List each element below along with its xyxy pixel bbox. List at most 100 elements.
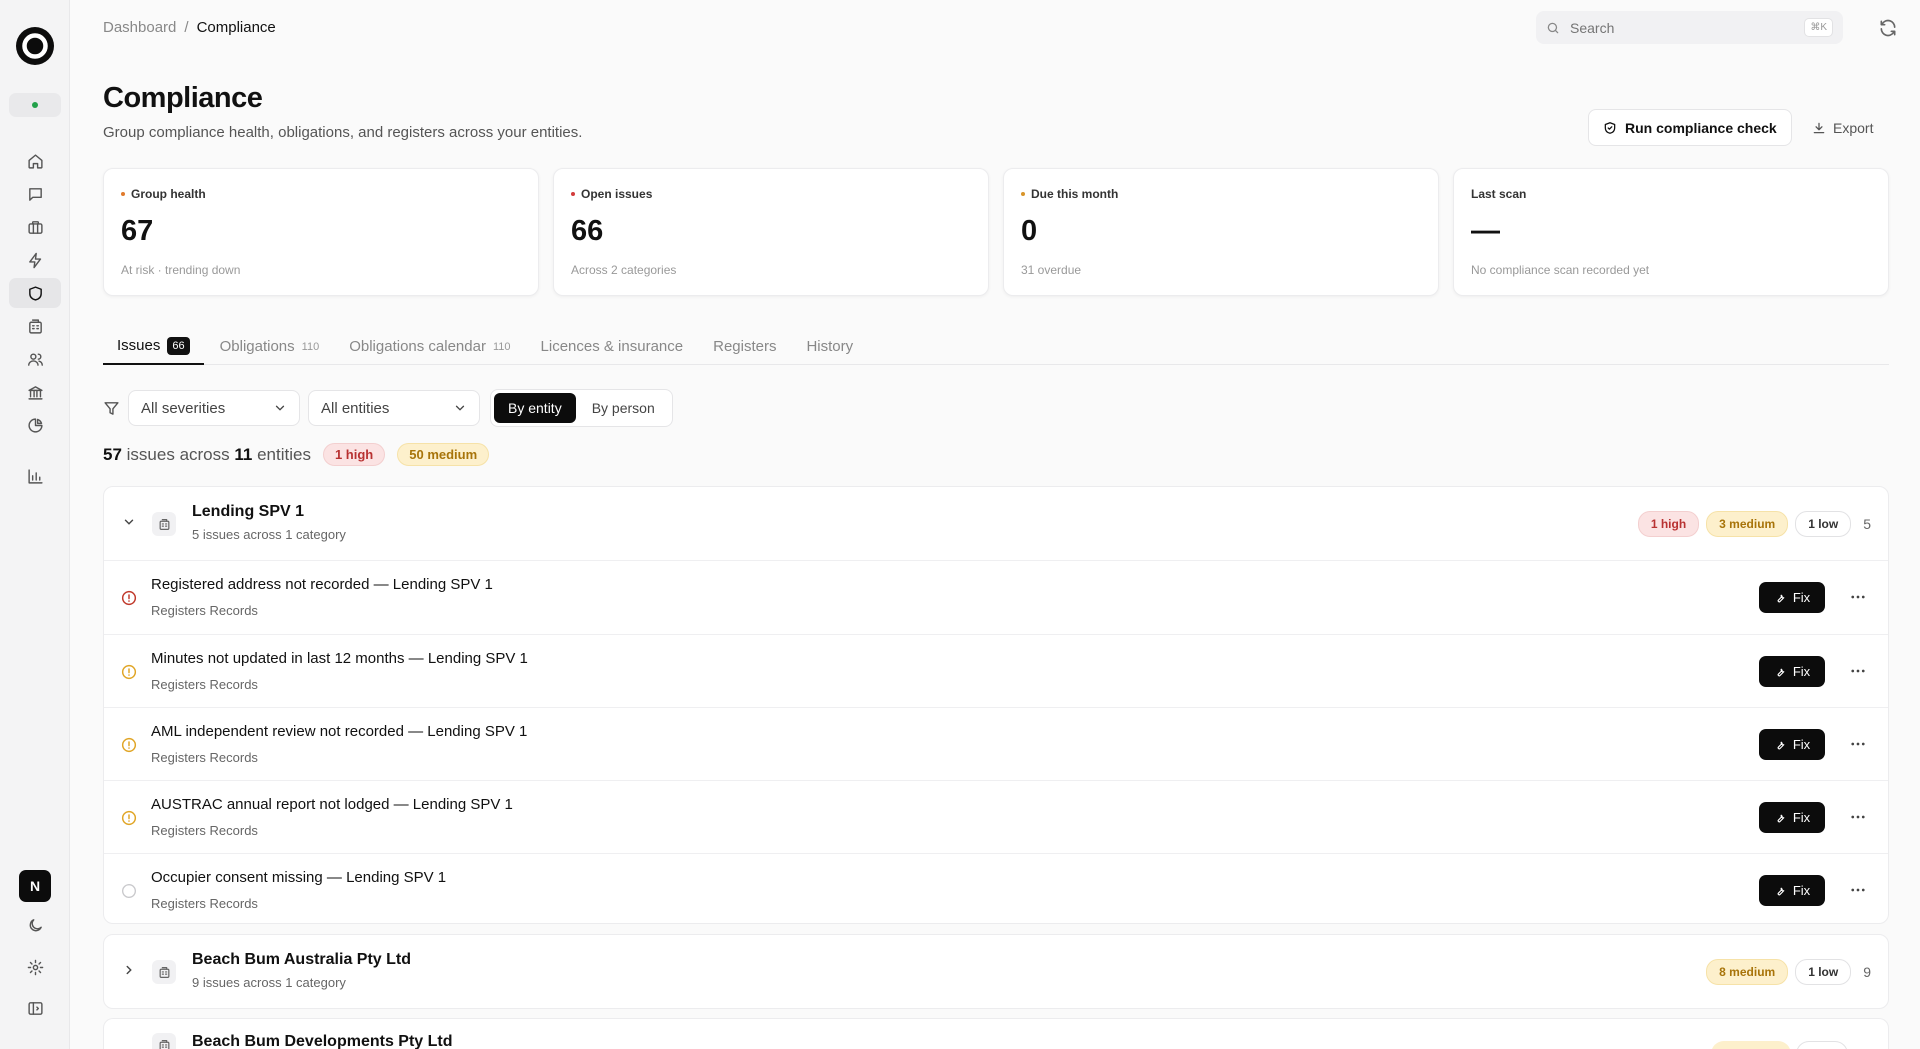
nav-reports[interactable] (9, 461, 61, 491)
entity-group-beach-bum-australia: Beach Bum Australia Pty Ltd 9 issues acr… (103, 934, 1889, 1009)
medium-badge: 3 medium (1706, 511, 1789, 537)
tab-history[interactable]: History (792, 328, 867, 365)
card-note: No compliance scan recorded yet (1471, 263, 1650, 277)
tab-label: Licences & insurance (540, 338, 684, 355)
nav-banking[interactable] (9, 377, 61, 407)
issue-count: 5 (1863, 516, 1871, 532)
wrench-icon (1777, 594, 1785, 602)
issue-row[interactable]: Registered address not recorded — Lendin… (104, 561, 1888, 634)
more-options-icon[interactable] (1849, 662, 1867, 680)
export-label: Export (1833, 119, 1874, 136)
page-subtitle: Group compliance health, obligations, an… (103, 124, 583, 141)
nav-compliance[interactable] (9, 278, 61, 308)
more-options-icon[interactable] (1849, 588, 1867, 606)
summary-issue-count: 57 (103, 444, 122, 464)
issue-row[interactable]: AML independent review not recorded — Le… (104, 707, 1888, 780)
download-icon (1813, 122, 1825, 133)
issue-title: Registered address not recorded — Lendin… (151, 576, 493, 593)
search-bar[interactable]: ⌘K (1536, 11, 1843, 44)
export-button[interactable]: Export (1800, 109, 1885, 146)
wrench-icon (1777, 668, 1785, 676)
entity-group-header[interactable]: Lending SPV 1 5 issues across 1 category… (104, 487, 1888, 561)
entity-subtitle: 5 issues across 1 category (192, 527, 346, 542)
users-icon (27, 352, 43, 366)
nav-people[interactable] (9, 344, 61, 374)
fix-button[interactable]: Fix (1759, 875, 1825, 906)
online-dot-icon (32, 102, 38, 108)
tab-bar: Issues 66 Obligations 110 Obligations cale… (103, 328, 1889, 365)
topbar: Dashboard / Compliance ⌘K (70, 0, 1920, 56)
alert-medium-icon (121, 664, 137, 680)
summary-text: entities (257, 444, 311, 464)
chevron-down-icon (455, 405, 465, 411)
app-logo[interactable] (16, 27, 54, 65)
group-by-person-button[interactable]: By person (578, 393, 669, 423)
medium-badge-partial (1711, 1041, 1791, 1049)
group-by-entity-button[interactable]: By entity (494, 393, 576, 423)
tab-label: Registers (713, 338, 777, 355)
nav-home[interactable] (9, 146, 61, 176)
search-input[interactable] (1570, 19, 1795, 36)
card-label: Last scan (1471, 187, 1527, 201)
issue-row[interactable]: AUSTRAC annual report not lodged — Lendi… (104, 780, 1888, 853)
sidebar: N (0, 0, 70, 1049)
settings-button[interactable] (9, 952, 61, 982)
card-note: 31 overdue (1021, 263, 1082, 277)
issue-row[interactable]: Minutes not updated in last 12 months — … (104, 634, 1888, 707)
filter-bar: All severities All entities By entity By… (103, 389, 673, 427)
run-compliance-check-button[interactable]: Run compliance check (1588, 109, 1792, 146)
workspace-avatar[interactable]: N (19, 870, 51, 902)
card-value: 0 (1021, 215, 1038, 247)
card-last-scan[interactable]: Last scan — No compliance scan recorded … (1453, 168, 1889, 296)
nav-messages[interactable] (9, 179, 61, 209)
medium-badge: 8 medium (1706, 959, 1789, 985)
nav-entities[interactable] (9, 311, 61, 341)
card-open-issues[interactable]: Open issues 66 Across 2 categories (553, 168, 989, 296)
nav-portfolio[interactable] (9, 212, 61, 242)
card-value: 66 (571, 215, 604, 247)
chevron-down-icon[interactable] (122, 515, 136, 529)
more-options-icon[interactable] (1849, 881, 1867, 899)
issue-row[interactable]: Occupier consent missing — Lending SPV 1… (104, 853, 1888, 923)
tab-issues[interactable]: Issues 66 (103, 328, 204, 365)
tab-registers[interactable]: Registers (699, 328, 790, 365)
summary-text: issues across (126, 444, 230, 464)
card-due-this-month[interactable]: Due this month 0 31 overdue (1003, 168, 1439, 296)
briefcase-icon (27, 220, 43, 234)
status-indicator[interactable] (9, 93, 61, 117)
chevron-right-icon[interactable] (122, 963, 136, 977)
fix-button[interactable]: Fix (1759, 729, 1825, 760)
more-options-icon[interactable] (1849, 735, 1867, 753)
tab-licences-insurance[interactable]: Licences & insurance (527, 328, 698, 365)
collapse-sidebar-button[interactable] (9, 993, 61, 1023)
fix-button[interactable]: Fix (1759, 802, 1825, 833)
entity-select[interactable]: All entities (308, 390, 480, 426)
entity-icon (152, 960, 176, 984)
issue-category: Registers Records (151, 603, 258, 618)
severity-select[interactable]: All severities (128, 390, 300, 426)
theme-toggle[interactable] (9, 910, 61, 940)
nav-analytics[interactable] (9, 410, 61, 440)
tab-count: 110 (492, 340, 511, 353)
tab-obligations-calendar[interactable]: Obligations calendar 110 (335, 328, 524, 365)
wrench-icon (1777, 814, 1785, 822)
nav-activity[interactable] (9, 245, 61, 275)
tab-obligations[interactable]: Obligations 110 (206, 328, 334, 365)
fix-button[interactable]: Fix (1759, 656, 1825, 687)
refresh-icon[interactable] (1878, 18, 1898, 38)
entity-group-header[interactable]: Beach Bum Australia Pty Ltd 9 issues acr… (104, 935, 1888, 1008)
sidebar-panel-icon (27, 1001, 43, 1015)
wrench-icon (1777, 741, 1785, 749)
fix-button[interactable]: Fix (1759, 582, 1825, 613)
entity-group-header[interactable]: Beach Bum Developments Pty Ltd (104, 1019, 1888, 1049)
building-icon (159, 966, 169, 978)
card-group-health[interactable]: Group health 67 At risk · trending down (103, 168, 539, 296)
shield-icon (28, 285, 42, 301)
entity-group-lending-spv-1: Lending SPV 1 5 issues across 1 category… (103, 486, 1889, 924)
alert-medium-icon (121, 810, 137, 826)
chevron-down-icon (275, 405, 285, 411)
shield-check-icon (1604, 121, 1616, 134)
entity-name: Lending SPV 1 (192, 503, 305, 520)
breadcrumb-dashboard[interactable]: Dashboard (103, 19, 176, 36)
more-options-icon[interactable] (1849, 808, 1867, 826)
